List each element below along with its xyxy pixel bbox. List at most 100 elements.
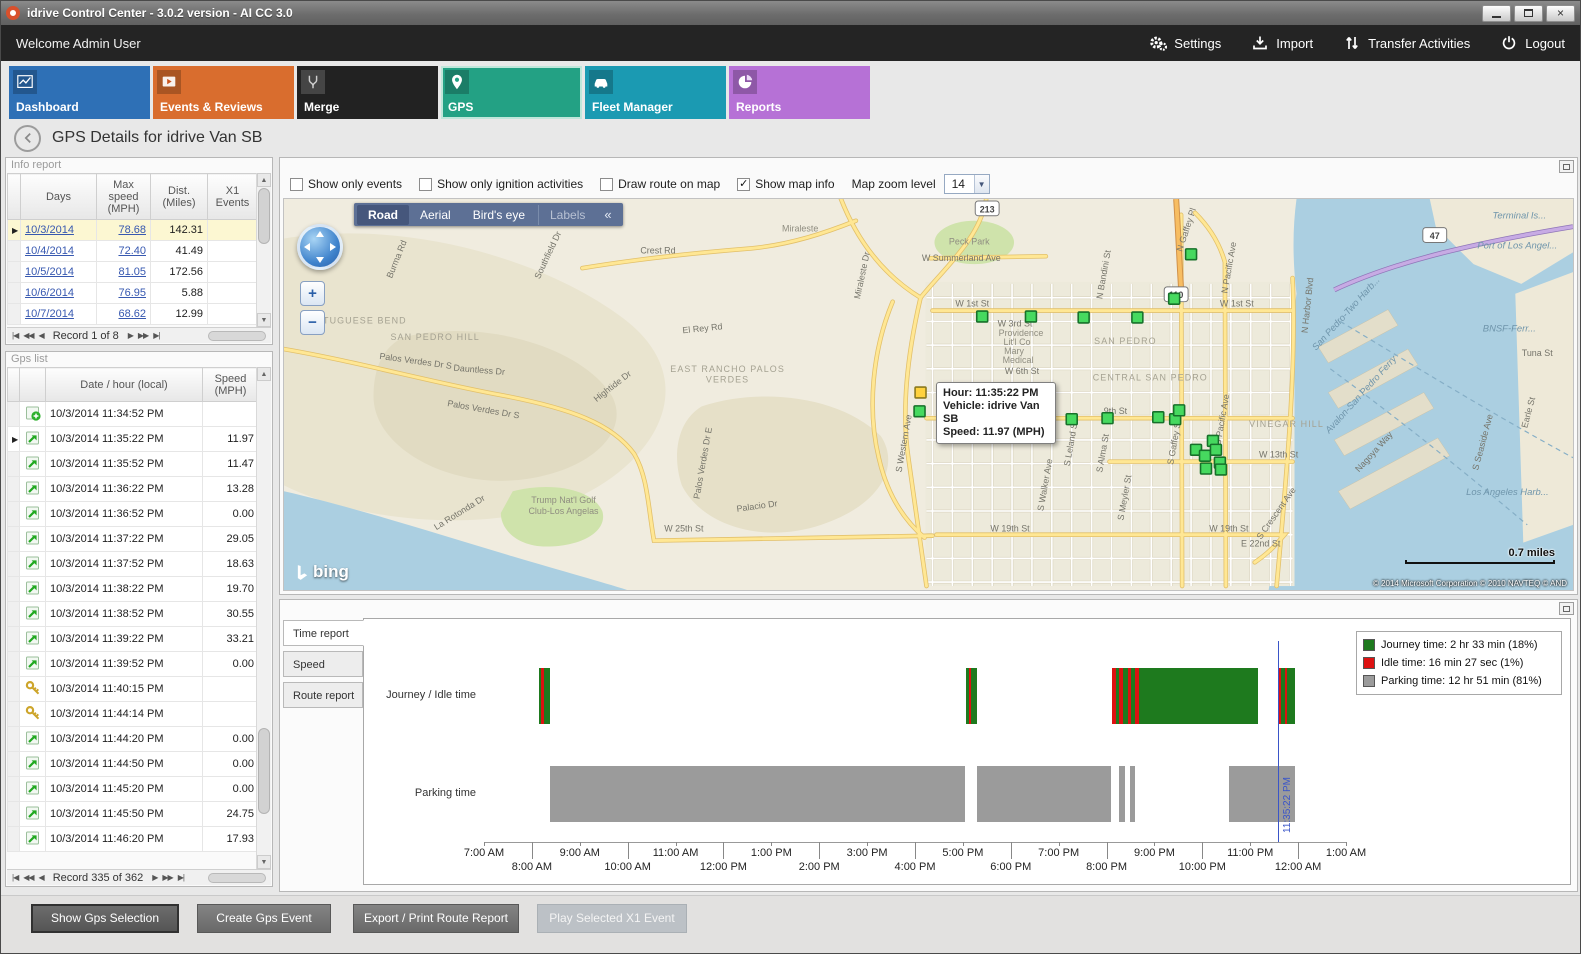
selected-gps-marker[interactable] — [915, 387, 926, 398]
checkbox-box[interactable] — [419, 178, 432, 191]
days-link[interactable]: 10/3/2014 — [25, 224, 74, 236]
gps-list-row[interactable]: 10/3/2014 11:39:22 PM33.21 — [8, 627, 259, 652]
map-tabs-collapse-icon[interactable]: « — [596, 207, 619, 222]
gps-list-row[interactable]: 10/3/2014 11:45:20 PM0.00 — [8, 777, 259, 802]
gps-marker[interactable] — [1174, 405, 1185, 416]
record-next-page-button[interactable]: ▶▶ — [162, 873, 172, 882]
checkbox-box[interactable] — [290, 178, 303, 191]
export-print-route-report-button[interactable]: Export / Print Route Report — [353, 904, 519, 933]
create-gps-event-button[interactable]: Create Gps Event — [197, 904, 331, 933]
gps-list-row[interactable]: 10/3/2014 11:37:22 PM29.05 — [8, 527, 259, 552]
column-header-days[interactable]: Days — [21, 174, 97, 220]
nav-tile-fleet-manager[interactable]: Fleet Manager — [585, 66, 726, 119]
header-action-import[interactable]: Import — [1251, 34, 1313, 52]
gps-list-row[interactable]: 10/3/2014 11:38:52 PM30.55 — [8, 602, 259, 627]
gps-marker[interactable] — [1066, 414, 1077, 425]
record-prev-button[interactable]: ◀ — [39, 873, 44, 882]
days-link[interactable]: 10/7/2014 — [25, 308, 74, 320]
gps-list-row[interactable]: 10/3/2014 11:44:20 PM0.00 — [8, 727, 259, 752]
report-tab-speed-graphic[interactable]: Speed graphic — [283, 651, 363, 677]
nav-tile-gps[interactable]: GPS — [441, 66, 582, 119]
pan-west-icon[interactable] — [304, 243, 310, 251]
horizontal-scrollbar-thumb[interactable] — [208, 873, 266, 883]
record-prev-page-button[interactable]: ◀◀ — [23, 331, 33, 340]
info-report-row[interactable]: 10/6/201476.955.88 — [8, 283, 258, 304]
scroll-down-icon[interactable]: ▼ — [257, 313, 271, 327]
map-pan-compass[interactable] — [297, 224, 343, 270]
header-action-logout[interactable]: Logout — [1500, 34, 1565, 52]
gps-list-row[interactable]: 10/3/2014 11:36:22 PM13.28 — [8, 477, 259, 502]
map-style-tab-labels[interactable]: Labels — [538, 205, 596, 225]
header-action-transfer-activities[interactable]: Transfer Activities — [1343, 34, 1470, 52]
gps-list-row[interactable]: 10/3/2014 11:39:52 PM0.00 — [8, 652, 259, 677]
days-link[interactable]: 10/6/2014 — [25, 287, 74, 299]
gps-marker[interactable] — [1102, 413, 1113, 424]
nav-tile-events-reviews[interactable]: Events & Reviews — [153, 66, 294, 119]
chart-panel-collapse-button[interactable] — [1559, 602, 1574, 615]
back-button[interactable] — [14, 125, 41, 152]
map-canvas[interactable]: MiralestePeck ParkW Summerland AveCrest … — [283, 198, 1574, 591]
days-link[interactable]: 10/4/2014 — [25, 245, 74, 257]
gps-marker[interactable] — [1153, 412, 1164, 423]
record-last-button[interactable]: ▶| — [178, 873, 184, 882]
gps-marker[interactable] — [1025, 311, 1036, 322]
record-next-button[interactable]: ▶ — [152, 873, 157, 882]
info-report-row[interactable]: 10/5/201481.05172.56 — [8, 262, 258, 283]
horizontal-scrollbar-thumb[interactable] — [208, 331, 266, 341]
nav-tile-reports[interactable]: Reports — [729, 66, 870, 119]
gps-list-row[interactable]: 10/3/2014 11:35:52 PM11.47 — [8, 452, 259, 477]
gps-list-scrollbar[interactable]: ▲ ▼ — [256, 367, 271, 869]
record-first-button[interactable]: |◀ — [12, 331, 18, 340]
map-style-tab-road[interactable]: Road — [357, 205, 409, 225]
scroll-up-icon[interactable]: ▲ — [257, 367, 271, 381]
checkbox-show-only-ignition-activities[interactable]: Show only ignition activities — [419, 177, 583, 191]
gps-list-row[interactable]: 10/3/2014 11:38:22 PM19.70 — [8, 577, 259, 602]
gps-list-row[interactable]: 10/3/2014 11:46:20 PM17.93 — [8, 827, 259, 852]
gps-marker[interactable] — [1186, 249, 1197, 260]
record-prev-page-button[interactable]: ◀◀ — [23, 873, 33, 882]
record-last-button[interactable]: ▶| — [153, 331, 159, 340]
checkbox-show-map-info[interactable]: ✓Show map info — [737, 177, 834, 191]
checkbox-box[interactable] — [600, 178, 613, 191]
record-prev-button[interactable]: ◀ — [39, 331, 44, 340]
gps-marker[interactable] — [1201, 463, 1212, 474]
checkbox-show-only-events[interactable]: Show only events — [290, 177, 402, 191]
column-header-speed-mph[interactable]: Speed (MPH) — [203, 368, 259, 402]
max-speed-link[interactable]: 72.40 — [118, 245, 146, 257]
scrollbar-thumb[interactable] — [258, 188, 270, 244]
gps-marker[interactable] — [914, 406, 925, 417]
map-zoom-in-button[interactable]: + — [300, 281, 325, 306]
checkbox-box[interactable]: ✓ — [737, 178, 750, 191]
map-zoom-out-button[interactable]: − — [300, 310, 325, 335]
gps-marker[interactable] — [1215, 464, 1226, 475]
gps-marker[interactable] — [1078, 312, 1089, 323]
gps-marker[interactable] — [1210, 444, 1221, 455]
info-report-row[interactable]: ▶10/3/201478.68142.31 — [8, 220, 258, 241]
gps-list-row[interactable]: 10/3/2014 11:44:14 PM — [8, 702, 259, 727]
maximize-button[interactable] — [1514, 5, 1543, 22]
gps-list-row[interactable]: 10/3/2014 11:34:52 PM — [8, 402, 259, 427]
record-next-page-button[interactable]: ▶▶ — [138, 331, 148, 340]
scrollbar-thumb[interactable] — [258, 728, 270, 814]
info-report-scrollbar[interactable]: ▲ ▼ — [256, 173, 271, 327]
close-button[interactable]: × — [1546, 5, 1575, 22]
map-style-tab-aerial[interactable]: Aerial — [409, 205, 462, 225]
report-tab-route-report[interactable]: Route report — [283, 682, 363, 708]
scroll-down-icon[interactable]: ▼ — [257, 855, 271, 869]
max-speed-link[interactable]: 68.62 — [118, 308, 146, 320]
map-style-tab-bird-s-eye[interactable]: Bird's eye — [462, 205, 536, 225]
gps-marker[interactable] — [1169, 293, 1180, 304]
column-header-max-speed-mph[interactable]: Max speed (MPH) — [97, 174, 151, 220]
days-link[interactable]: 10/5/2014 — [25, 266, 74, 278]
gps-list-row[interactable]: 10/3/2014 11:37:52 PM18.63 — [8, 552, 259, 577]
gps-marker[interactable] — [1132, 312, 1143, 323]
header-action-settings[interactable]: Settings — [1149, 34, 1221, 52]
max-speed-link[interactable]: 76.95 — [118, 287, 146, 299]
map-zoom-level-select[interactable]: 14▼ — [944, 174, 990, 194]
gps-list-row[interactable]: 10/3/2014 11:45:50 PM24.75 — [8, 802, 259, 827]
info-report-row[interactable]: 10/7/201468.6212.99 — [8, 304, 258, 325]
pan-east-icon[interactable] — [330, 243, 336, 251]
gps-list-row[interactable]: 10/3/2014 11:44:50 PM0.00 — [8, 752, 259, 777]
gps-marker[interactable] — [1200, 450, 1211, 461]
max-speed-link[interactable]: 81.05 — [118, 266, 146, 278]
